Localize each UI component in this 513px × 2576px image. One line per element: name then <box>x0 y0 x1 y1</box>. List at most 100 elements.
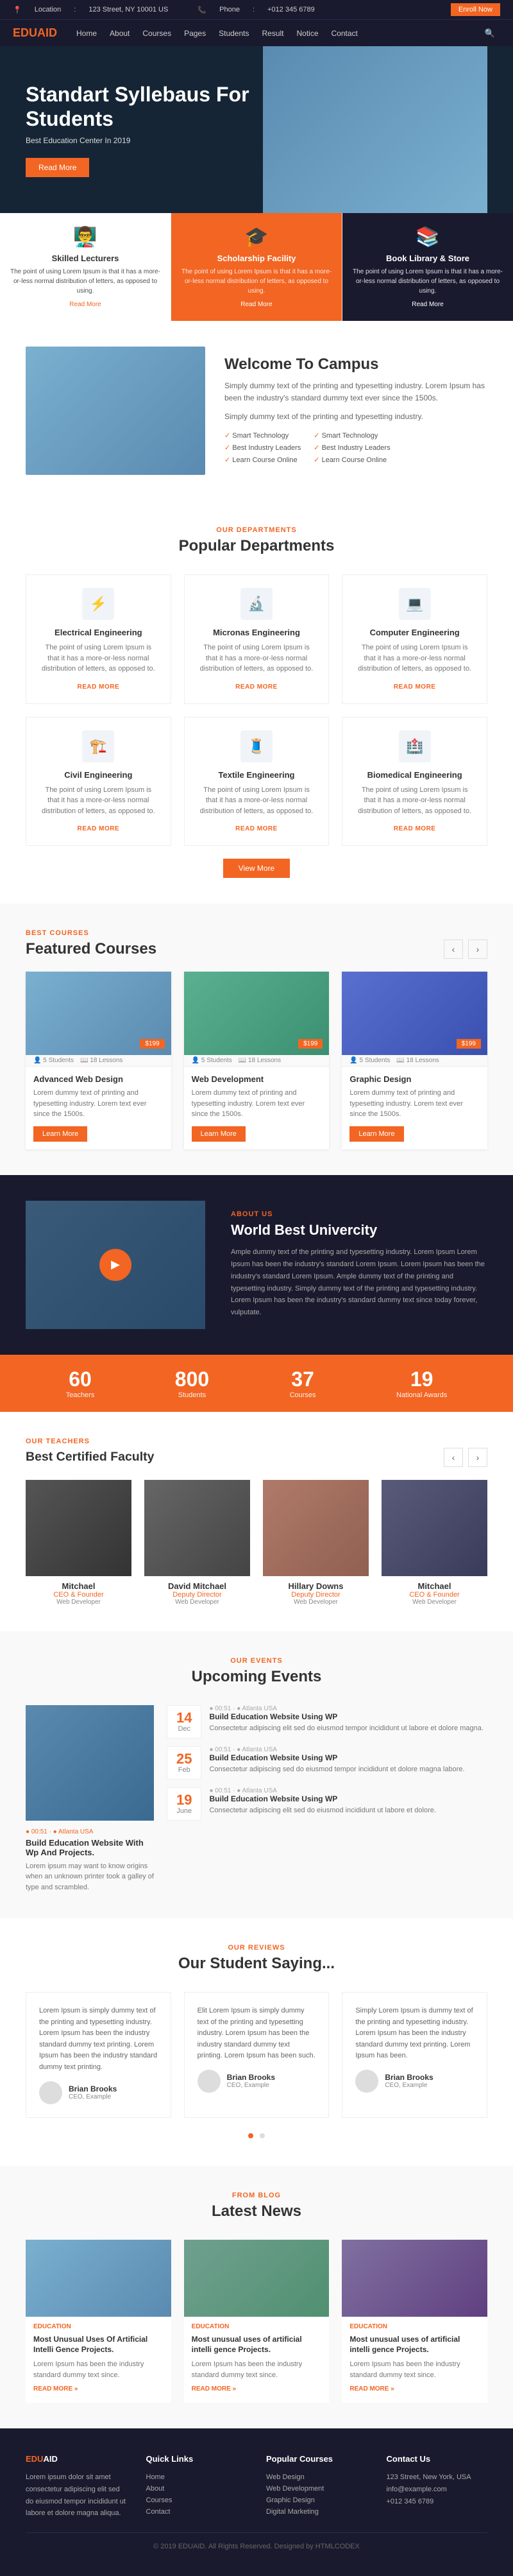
course-card-1: $199 👤 5 Students 📖 18 Lessons Web Devel… <box>184 972 330 1149</box>
footer-col-about: EDUAID Lorem ipsum dolor sit amet consec… <box>26 2454 127 2520</box>
news-readmore-1[interactable]: Read More » <box>192 2385 236 2392</box>
faculty-card-1: David Mitchael Deputy Director Web Devel… <box>144 1480 250 1606</box>
dept-name-5: Biomedical Engineering <box>355 770 474 780</box>
stat-students: 800 Students <box>175 1368 209 1399</box>
footer-course-1[interactable]: Web Design <box>266 2473 305 2481</box>
welcome-list-item: Learn Course Online <box>224 454 301 466</box>
dept-name-4: Textile Engineering <box>198 770 316 780</box>
university-desc: Ample dummy text of the printing and typ… <box>231 1246 487 1318</box>
events-title: Upcoming Events <box>26 1668 487 1686</box>
author-role-2: CEO, Example <box>385 2082 433 2089</box>
university-video-thumb: ▶ <box>26 1201 205 1329</box>
footer-course-2[interactable]: Web Development <box>266 2485 324 2493</box>
footer-link-about[interactable]: About <box>146 2485 165 2493</box>
feature-title-1: Scholarship Facility <box>181 253 332 263</box>
footer-copyright: © 2019 EDUAID. All Rights Reserved. Desi… <box>153 2543 360 2550</box>
hero-cta-button[interactable]: Read More <box>26 158 89 177</box>
faculty-next-arrow[interactable]: › <box>468 1448 487 1467</box>
nav-result[interactable]: Result <box>255 21 290 46</box>
testimonial-author-2: Brian Brooks CEO, Example <box>355 2070 474 2093</box>
nav-notice[interactable]: Notice <box>290 21 325 46</box>
faculty-name-0: Mitchael <box>26 1581 131 1591</box>
faculty-name-1: David Mitchael <box>144 1581 250 1591</box>
dept-card-5: 🏥 Biomedical Engineering The point of us… <box>342 717 487 846</box>
testimonials-section: OUR REVIEWS Our Student Saying... Lorem … <box>0 1918 513 2166</box>
stat-label-students: Students <box>175 1391 209 1399</box>
dot-1[interactable] <box>260 2133 265 2138</box>
dept-readmore-3[interactable]: READ MORE <box>78 825 120 832</box>
dept-readmore-5[interactable]: READ MORE <box>394 825 436 832</box>
stat-number-students: 800 <box>175 1368 209 1391</box>
author-role-1: CEO, Example <box>227 2082 275 2089</box>
faculty-card-2: Hillary Downs Deputy Director Web Develo… <box>263 1480 369 1606</box>
event-main-meta: ● 00:51 · ● Atlanta USA <box>26 1828 154 1835</box>
courses-prev-arrow[interactable]: ‹ <box>444 940 463 959</box>
departments-grid: ⚡ Electrical Engineering The point of us… <box>26 574 487 846</box>
feature-link-1[interactable]: Read More <box>240 301 272 308</box>
nav-contact[interactable]: Contact <box>325 21 364 46</box>
nav-home[interactable]: Home <box>70 21 103 46</box>
university-content: ABOUT US World Best Univercity Ample dum… <box>231 1210 487 1318</box>
navbar: EDUAID Home About Courses Pages Students… <box>0 19 513 46</box>
play-button[interactable]: ▶ <box>99 1249 131 1281</box>
footer-link-home[interactable]: Home <box>146 2473 165 2481</box>
courses-next-arrow[interactable]: › <box>468 940 487 959</box>
events-section: OUR EVENTS Upcoming Events ● 00:51 · ● A… <box>0 1631 513 1919</box>
dot-0[interactable] <box>248 2133 253 2138</box>
course-title-2: Graphic Design <box>349 1074 480 1084</box>
nav-pages[interactable]: Pages <box>178 21 212 46</box>
course-badge-0: $199 <box>140 1039 164 1049</box>
dept-readmore-1[interactable]: READ MORE <box>235 683 278 691</box>
departments-label: OUR DEPARTMENTS <box>26 526 487 534</box>
nav-about[interactable]: About <box>103 21 136 46</box>
search-icon[interactable]: 🔍 <box>480 21 500 46</box>
faculty-nav-arrows: ‹ › <box>444 1448 487 1467</box>
footer-link-contact[interactable]: Contact <box>146 2508 171 2516</box>
view-more-button[interactable]: View More <box>223 859 290 878</box>
news-thumb-2 <box>342 2240 487 2317</box>
feature-title-2: Book Library & Store <box>352 253 503 263</box>
enroll-now-button[interactable]: Enroll Now <box>451 3 500 16</box>
event-month-2: June <box>176 1807 192 1815</box>
news-desc-1: Lorem Ipsum has been the industry standa… <box>192 2359 322 2380</box>
faculty-prev-arrow[interactable]: ‹ <box>444 1448 463 1467</box>
course-meta-0: 👤 5 Students 📖 18 Lessons <box>26 1055 171 1067</box>
feature-link-2[interactable]: Read More <box>412 301 443 308</box>
event-meta-2: ● 00:51 · ● Atlanta USA <box>209 1787 435 1794</box>
testimonials-title: Our Student Saying... <box>26 1955 487 1973</box>
news-readmore-0[interactable]: Read More » <box>33 2385 78 2392</box>
footer-email: info@example.com <box>387 2484 488 2496</box>
faculty-title: Best Certified Faculty <box>26 1450 154 1464</box>
footer-course-3[interactable]: Graphic Design <box>266 2496 315 2504</box>
course-desc-1: Lorem dummy text of printing and typeset… <box>192 1088 322 1120</box>
faculty-photo-2 <box>263 1480 369 1576</box>
faculty-tag-0: Web Developer <box>26 1599 131 1606</box>
news-body-2: Most unusual uses of artificial intelli … <box>342 2331 487 2403</box>
feature-link-0[interactable]: Read More <box>69 301 101 308</box>
nav-courses[interactable]: Courses <box>136 21 178 46</box>
course-btn-1[interactable]: Learn More <box>192 1126 246 1142</box>
dept-name-2: Computer Engineering <box>355 628 474 637</box>
course-btn-2[interactable]: Learn More <box>349 1126 403 1142</box>
welcome-list-item: Learn Course Online <box>314 454 390 466</box>
faculty-role-1: Deputy Director <box>144 1591 250 1599</box>
course-btn-0[interactable]: Learn More <box>33 1126 87 1142</box>
footer-link-courses[interactable]: Courses <box>146 2496 172 2504</box>
event-date-2: 19 June <box>167 1787 201 1821</box>
faculty-tag-1: Web Developer <box>144 1599 250 1606</box>
dept-readmore-2[interactable]: READ MORE <box>394 683 436 691</box>
feature-boxes: 👨‍🏫 Skilled Lecturers The point of using… <box>0 213 513 321</box>
dept-readmore-0[interactable]: READ MORE <box>78 683 120 691</box>
university-label: ABOUT US <box>231 1210 487 1218</box>
course-desc-0: Lorem dummy text of printing and typeset… <box>33 1088 164 1120</box>
nav-students[interactable]: Students <box>212 21 255 46</box>
stat-label-teachers: Teachers <box>66 1391 95 1399</box>
footer-course-4[interactable]: Digital Marketing <box>266 2508 319 2516</box>
dept-readmore-4[interactable]: READ MORE <box>235 825 278 832</box>
stat-label-courses: Courses <box>290 1391 316 1399</box>
news-readmore-2[interactable]: Read More » <box>349 2385 394 2392</box>
author-name-0: Brian Brooks <box>69 2084 117 2093</box>
welcome-content: Welcome To Campus Simply dummy text of t… <box>224 356 487 467</box>
testimonial-author-0: Brian Brooks CEO, Example <box>39 2081 158 2104</box>
view-more-wrapper: View More <box>26 859 487 878</box>
